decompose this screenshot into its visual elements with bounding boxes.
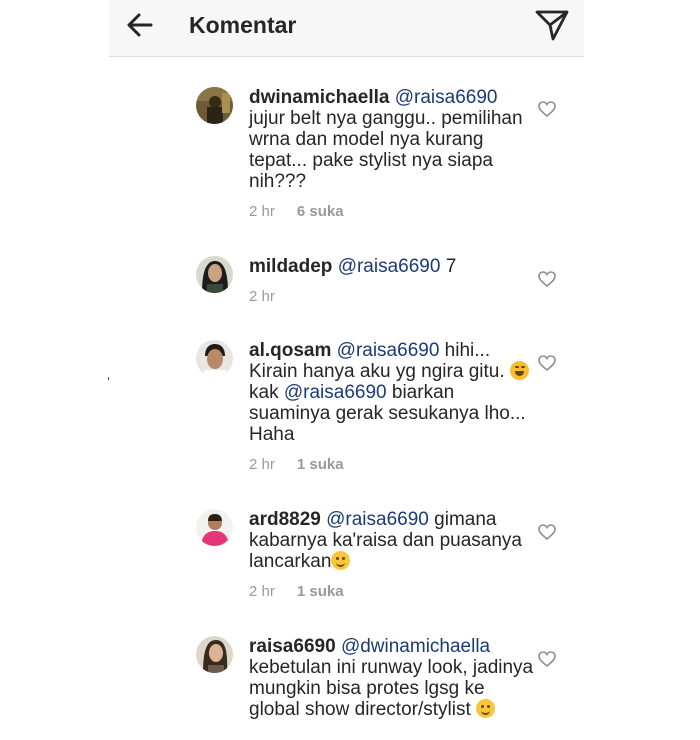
comment-text: dwinamichaella @raisa6690 jujur belt nya… bbox=[249, 87, 534, 192]
comment-text: al.qosam @raisa6690 hihi... Kirain hanya… bbox=[249, 340, 534, 445]
mention-link[interactable]: @raisa6690 bbox=[337, 340, 440, 361]
avatar[interactable] bbox=[196, 340, 233, 377]
comment-body: dwinamichaella @raisa6690 jujur belt nya… bbox=[249, 87, 534, 221]
comment-text: raisa6690 @dwinamichaella kebetulan ini … bbox=[249, 636, 534, 720]
comment-username[interactable]: al.qosam bbox=[249, 340, 331, 361]
comment-meta: 2 hr 1 suka bbox=[249, 581, 534, 601]
heart-icon[interactable] bbox=[538, 271, 556, 288]
comment-body: al.qosam @raisa6690 hihi... Kirain hanya… bbox=[249, 340, 534, 474]
comment-meta: 2 hr 6 suka bbox=[249, 201, 534, 221]
smiling-emoji bbox=[476, 699, 496, 718]
mention-link[interactable]: @raisa6690 bbox=[284, 382, 387, 403]
comment-username[interactable]: ard8829 bbox=[249, 509, 321, 530]
comment-time: 2 hr bbox=[249, 288, 275, 305]
header-bar: Komentar bbox=[109, 0, 584, 57]
like-count[interactable]: 1 suka bbox=[297, 456, 344, 473]
laughing-tears-emoji bbox=[509, 361, 529, 380]
page-title: Komentar bbox=[189, 12, 297, 38]
heart-icon[interactable] bbox=[538, 651, 556, 668]
avatar[interactable] bbox=[196, 509, 233, 546]
comment-text: ard8829 @raisa6690 gimana kabarnya ka'ra… bbox=[249, 509, 534, 572]
comment-username[interactable]: dwinamichaella bbox=[249, 87, 389, 108]
comment-message-part: kak bbox=[249, 382, 284, 403]
direct-send-icon[interactable] bbox=[535, 8, 569, 42]
comment-body: raisa6690 @dwinamichaella kebetulan ini … bbox=[249, 636, 534, 720]
avatar[interactable] bbox=[196, 256, 233, 293]
mention-link[interactable]: @raisa6690 bbox=[326, 509, 429, 530]
mention-link[interactable]: @raisa6690 bbox=[395, 87, 498, 108]
back-arrow-icon[interactable] bbox=[125, 10, 155, 40]
mention-link[interactable]: @dwinamichaella bbox=[341, 636, 490, 657]
avatar[interactable] bbox=[196, 87, 233, 124]
comment-text: mildadep @raisa6690 7 bbox=[249, 256, 534, 277]
heart-icon[interactable] bbox=[538, 524, 556, 541]
comment-message: 7 bbox=[440, 256, 457, 277]
comment-time: 2 hr bbox=[249, 456, 275, 473]
comments-screen: Komentar dwinamichaella @raisa6690 jujur… bbox=[109, 0, 584, 740]
comment-body: ard8829 @raisa6690 gimana kabarnya ka'ra… bbox=[249, 509, 534, 601]
heart-icon[interactable] bbox=[538, 101, 556, 118]
comment-time: 2 hr bbox=[249, 203, 275, 220]
comment-meta: 2 hr 1 suka bbox=[249, 454, 534, 474]
heart-icon[interactable] bbox=[538, 355, 556, 372]
avatar[interactable] bbox=[196, 636, 233, 673]
comment-time: 2 hr bbox=[249, 583, 275, 600]
mention-link[interactable]: @raisa6690 bbox=[338, 256, 441, 277]
comment-username[interactable]: mildadep bbox=[249, 256, 332, 277]
smiling-emoji bbox=[331, 551, 351, 570]
like-count[interactable]: 6 suka bbox=[297, 203, 344, 220]
comment-message: jujur belt nya ganggu.. pemilihan wrna d… bbox=[249, 108, 523, 192]
like-count[interactable]: 1 suka bbox=[297, 583, 344, 600]
comment-username[interactable]: raisa6690 bbox=[249, 636, 336, 657]
comment-body: mildadep @raisa6690 7 2 hr bbox=[249, 256, 534, 306]
comment-meta: 2 hr bbox=[249, 286, 534, 306]
